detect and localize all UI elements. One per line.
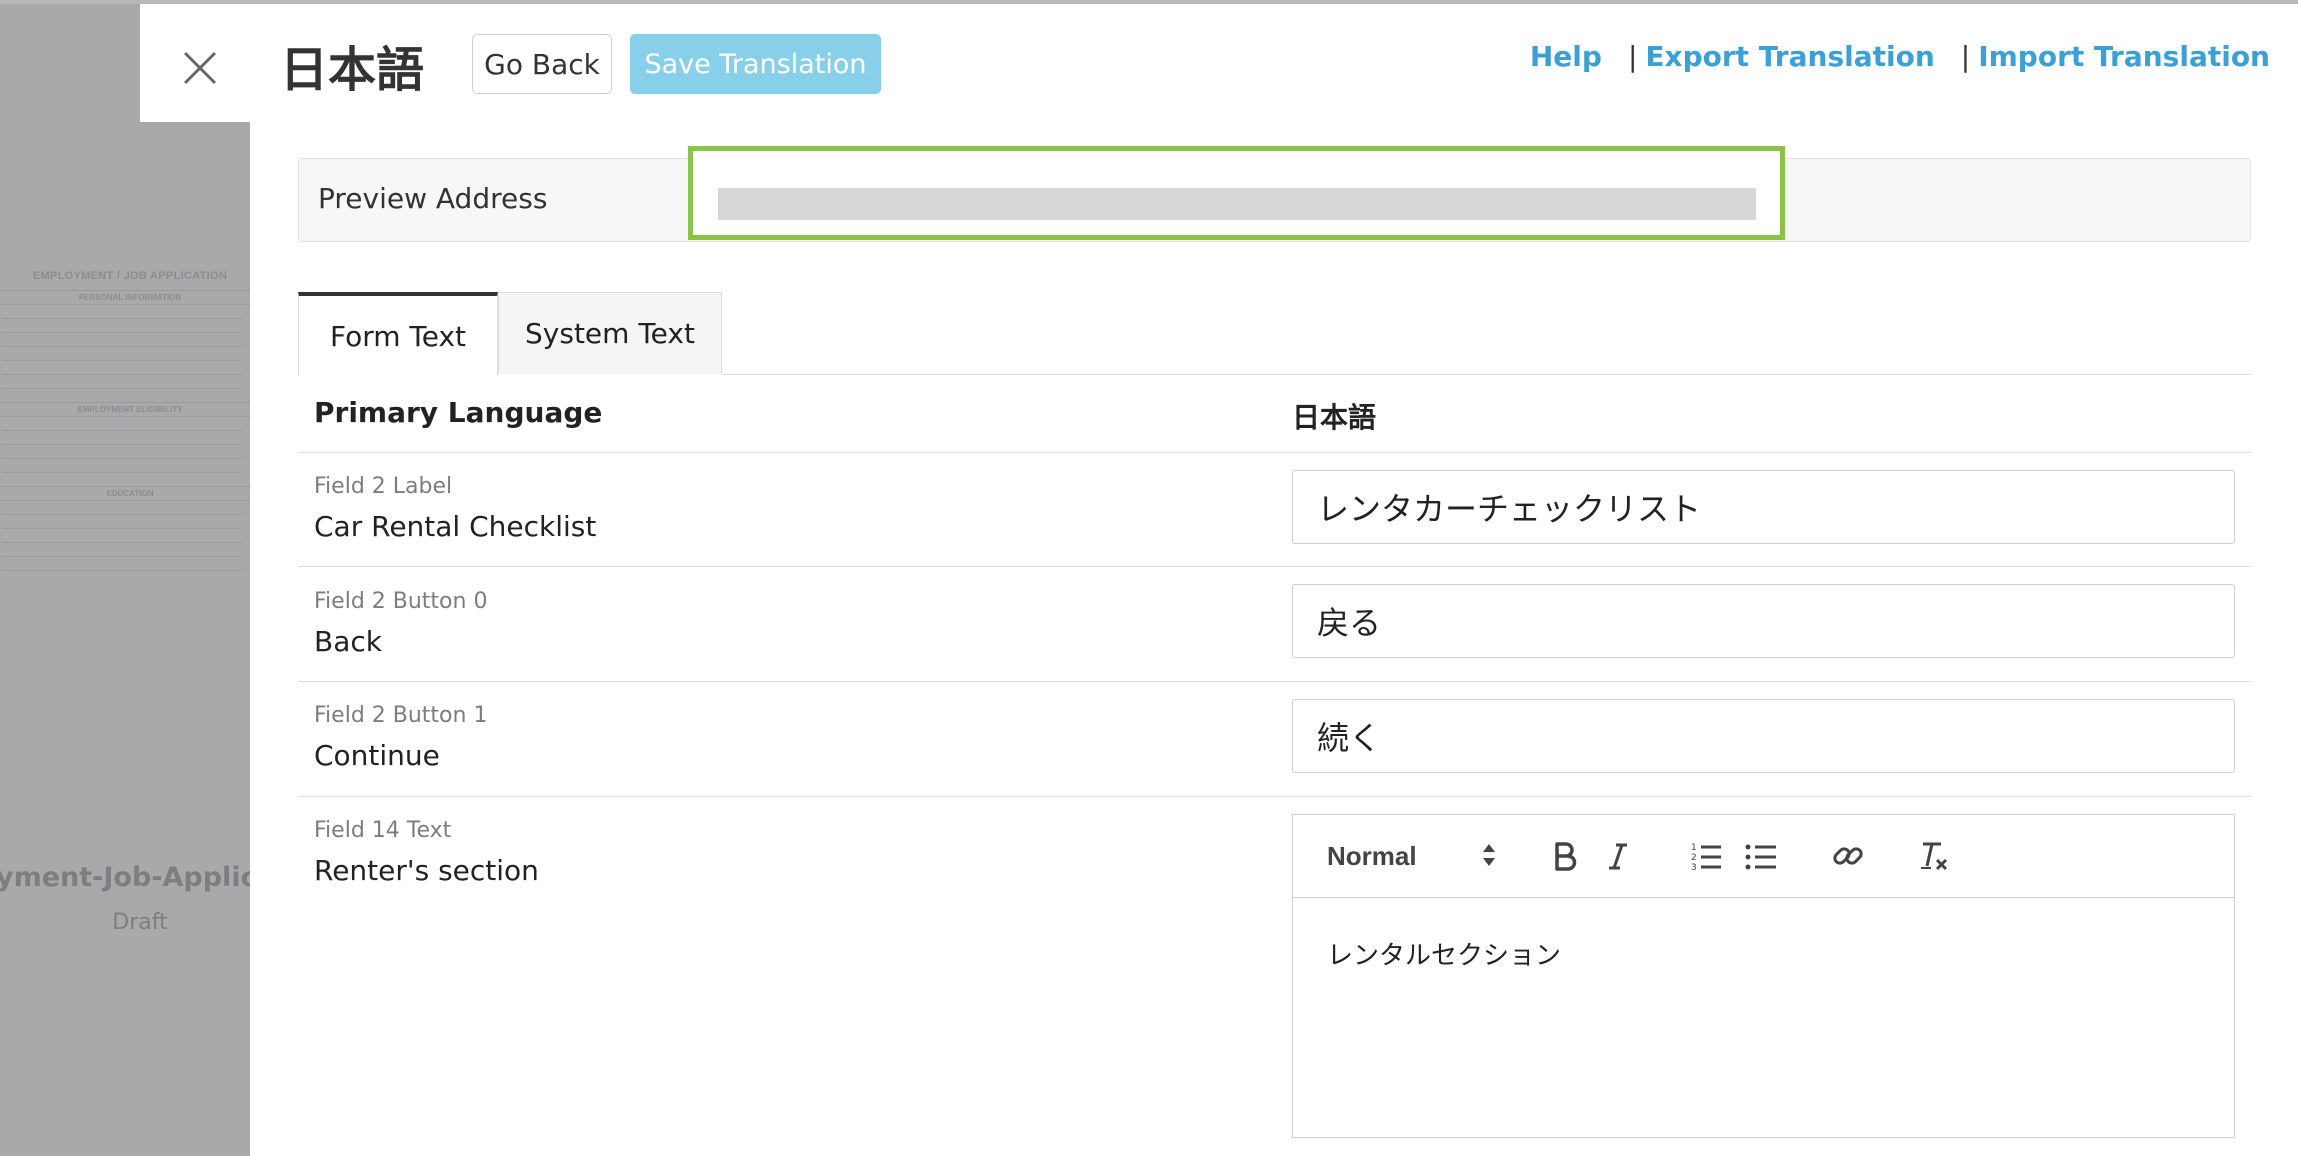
- document-line: [2, 318, 242, 319]
- document-line: [2, 388, 242, 389]
- tab-system-text[interactable]: System Text: [498, 292, 722, 374]
- document-section: EDUCATION: [0, 486, 250, 501]
- row-divider: [298, 452, 2251, 453]
- link-separator: |: [1960, 40, 1971, 73]
- document-line: [2, 514, 242, 515]
- row-divider: [298, 681, 2251, 682]
- document-line: [2, 542, 242, 543]
- document-line: [2, 374, 242, 375]
- italic-icon[interactable]: [1598, 835, 1638, 877]
- document-line: [2, 360, 242, 361]
- source-text: Renter's section: [314, 854, 539, 887]
- format-select-value: Normal: [1327, 840, 1417, 871]
- close-icon[interactable]: [180, 48, 220, 88]
- select-arrows-icon: [1481, 841, 1497, 876]
- export-translation-link[interactable]: Export Translation: [1645, 40, 1934, 73]
- translation-input[interactable]: [1292, 699, 2235, 773]
- clear-formatting-icon[interactable]: [1913, 835, 1953, 877]
- translation-input[interactable]: [1292, 584, 2235, 658]
- translation-input[interactable]: [1292, 470, 2235, 544]
- document-line: [2, 346, 242, 347]
- field-label: Field 14 Text: [314, 818, 452, 843]
- row-divider: [298, 566, 2251, 567]
- form-status: Draft: [112, 910, 168, 935]
- tab-form-text[interactable]: Form Text: [298, 292, 498, 376]
- document-line: [2, 570, 242, 571]
- document-line: [2, 472, 242, 473]
- import-translation-link[interactable]: Import Translation: [1978, 40, 2270, 73]
- ordered-list-icon[interactable]: 1 2 3: [1686, 835, 1726, 877]
- svg-text:3: 3: [1691, 863, 1697, 871]
- document-title: EMPLOYMENT / JOB APPLICATION: [32, 270, 228, 282]
- translation-language-header: 日本語: [1292, 401, 1377, 434]
- source-text: Car Rental Checklist: [314, 510, 597, 543]
- background-form-preview: EMPLOYMENT / JOB APPLICATION PERSONAL IN…: [0, 0, 250, 1156]
- language-title: 日本語: [280, 42, 425, 98]
- form-name: yment-Job-Applica: [0, 862, 250, 893]
- document-section: PERSONAL INFORMATION: [0, 290, 250, 305]
- source-text: Back: [314, 625, 382, 658]
- field-label: Field 2 Button 0: [314, 589, 488, 614]
- editor-toolbar: Normal 1 2 3: [1293, 815, 2234, 898]
- field-label: Field 2 Label: [314, 474, 453, 499]
- field-label: Field 2 Button 1: [314, 703, 488, 728]
- preview-address-label: Preview Address: [318, 182, 548, 215]
- rich-text-editor: Normal 1 2 3 レンタルセクション: [1292, 814, 2235, 1138]
- header-links: Help | Export Translation | Import Trans…: [1530, 40, 2270, 73]
- format-select[interactable]: Normal: [1327, 835, 1495, 877]
- svg-text:1: 1: [1691, 843, 1697, 853]
- link-icon[interactable]: [1828, 835, 1868, 877]
- save-translation-button[interactable]: Save Translation: [630, 34, 881, 94]
- document-line: [2, 430, 242, 431]
- document-line: [2, 444, 242, 445]
- source-text: Continue: [314, 739, 440, 772]
- document-line: [2, 528, 242, 529]
- bullet-list-icon[interactable]: [1741, 835, 1781, 877]
- row-divider: [298, 796, 2251, 797]
- svg-text:2: 2: [1691, 853, 1697, 863]
- preview-address-value-redacted: [718, 188, 1756, 220]
- primary-language-header: Primary Language: [314, 396, 603, 429]
- go-back-button[interactable]: Go Back: [472, 34, 612, 94]
- document-line: [2, 556, 242, 557]
- link-separator: |: [1627, 40, 1638, 73]
- document-section: EMPLOYMENT ELIGIBILITY: [0, 402, 250, 417]
- document-line: [2, 332, 242, 333]
- editor-content[interactable]: レンタルセクション: [1327, 935, 1561, 972]
- bold-icon[interactable]: [1545, 835, 1585, 877]
- tabs-divider: [722, 374, 2251, 375]
- help-link[interactable]: Help: [1530, 40, 1602, 73]
- background-document: EMPLOYMENT / JOB APPLICATION PERSONAL IN…: [0, 270, 250, 584]
- document-line: [2, 458, 242, 459]
